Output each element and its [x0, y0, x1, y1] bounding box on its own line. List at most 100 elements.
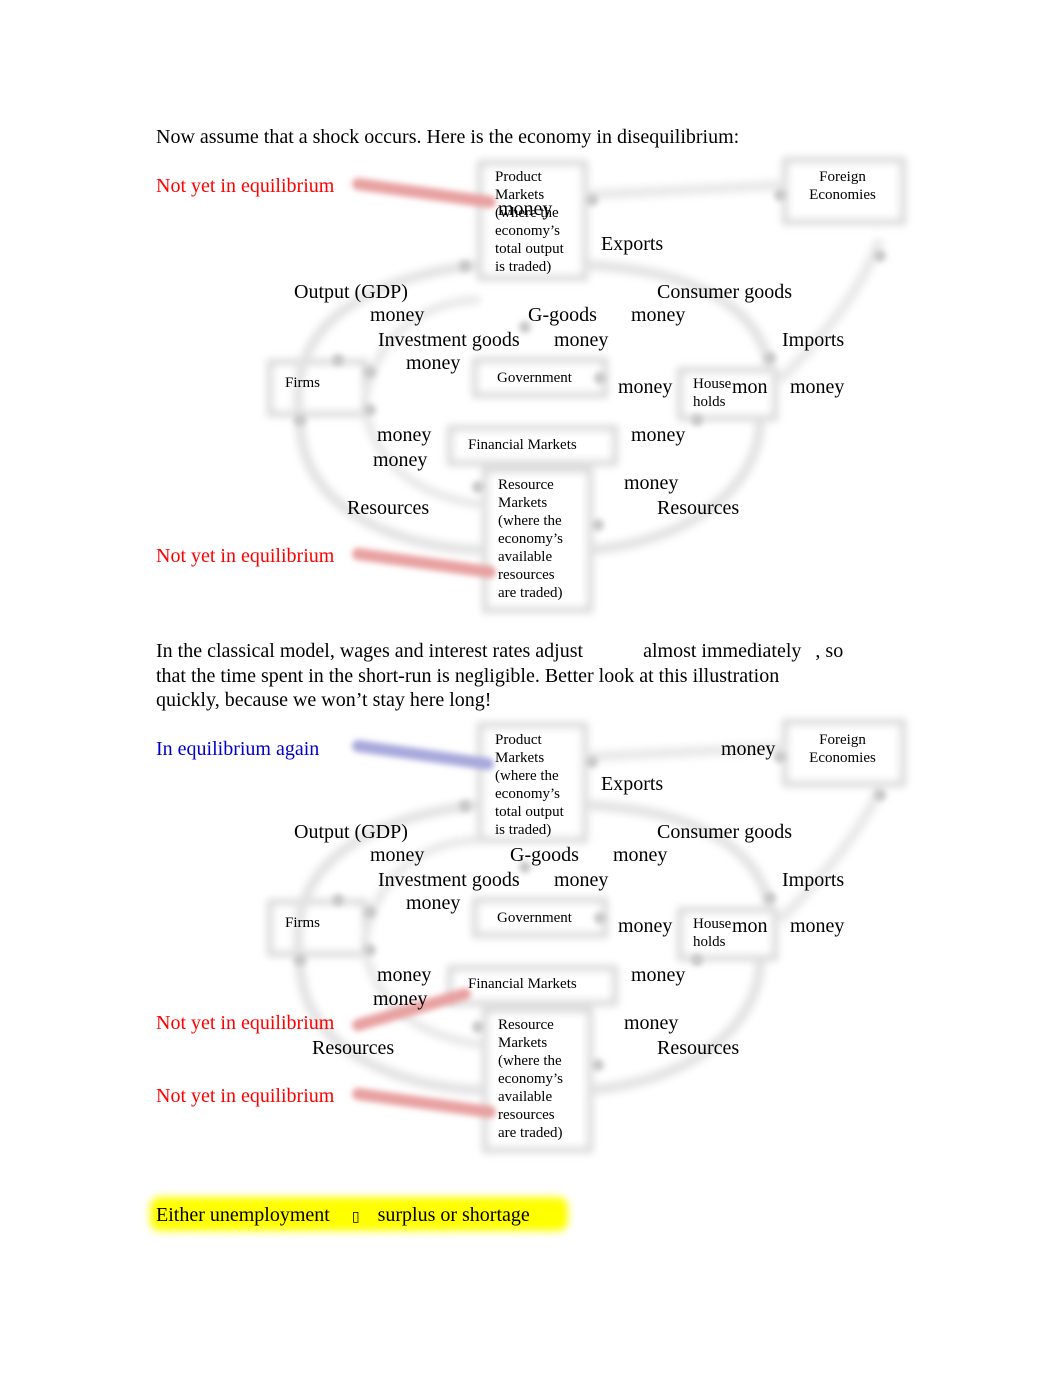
box-line: total output [495, 241, 564, 257]
label-money: money [624, 1012, 679, 1034]
box-line: total output [495, 804, 564, 820]
label-money: money [554, 329, 609, 351]
foreign-economies-box: Foreign Economies [800, 731, 885, 767]
foreign-economies-box: Foreign Economies [800, 168, 885, 204]
paragraph-line: that the time spent in the short-run is … [156, 664, 780, 687]
export-flow [584, 180, 786, 200]
label-money: money [406, 352, 461, 374]
conclusion-text: Either unemployment [156, 1204, 330, 1226]
box-line: Product [495, 732, 542, 748]
box-line: Markets [498, 1035, 548, 1051]
box-line: (where the [498, 513, 562, 529]
label-mon-fragment: mon [732, 915, 768, 937]
label-investment-goods: Investment goods [378, 329, 520, 351]
text-span: In the classical model, wages and intere… [156, 640, 584, 662]
label-money: money [613, 844, 668, 866]
label-money-top: money [498, 198, 553, 220]
label-money: money [790, 376, 845, 398]
document-page: Now assume that a shock occurs. Here is … [0, 0, 1062, 1376]
box-line: Foreign [819, 169, 866, 185]
label-resources-right: Resources [657, 497, 740, 519]
text-span: , so [815, 640, 844, 662]
label-money: money [406, 892, 461, 914]
label-imports: Imports [782, 329, 845, 351]
box-line: Foreign [819, 732, 866, 748]
product-markets-box: Product Markets (where the economy’s tot… [495, 168, 585, 276]
label-money: money [373, 988, 428, 1010]
label-money: money [631, 304, 686, 326]
resource-markets-box: Resource Markets (where the economy’s av… [498, 1016, 588, 1142]
resource-markets-box: Resource Markets (where the economy’s av… [498, 476, 588, 602]
label-money: money [554, 869, 609, 891]
box-line: Resource [498, 1017, 554, 1033]
label-money: money [624, 472, 679, 494]
conclusion-text: surplus or shortage [377, 1204, 530, 1226]
callout-arrow-resource-markets [352, 1088, 496, 1118]
box-line: economy’s [495, 786, 560, 802]
firms-box: Firms [285, 375, 321, 391]
callout-arrow-product-markets [352, 178, 496, 208]
label-money: money [370, 304, 425, 326]
box-line: available [498, 1089, 553, 1105]
callout-not-in-equilibrium-resource: Not yet in equilibrium [156, 1085, 335, 1107]
label-money: money [618, 915, 673, 937]
financial-markets-box: Financial Markets [468, 976, 577, 992]
label-exports: Exports [601, 773, 664, 795]
box-line: Product [495, 169, 542, 185]
box-line: Markets [498, 495, 548, 511]
label-money: money [377, 964, 432, 986]
firms-box: Firms [285, 915, 321, 931]
product-markets-box: Product Markets (where the economy’s tot… [495, 731, 585, 839]
box-line: available [498, 549, 553, 565]
box-line: Economies [809, 187, 876, 203]
label-exports: Exports [601, 233, 664, 255]
label-imports: Imports [782, 869, 845, 891]
box-line: Economies [809, 750, 876, 766]
label-resources-left: Resources [312, 1037, 395, 1059]
label-g-goods: G-goods [528, 304, 597, 326]
label-money: money [631, 424, 686, 446]
box-line: economy’s [498, 531, 563, 547]
label-money: money [618, 376, 673, 398]
box-line: (where the [498, 1053, 562, 1069]
import-flow [776, 238, 885, 384]
box-line: economy’s [495, 223, 560, 239]
label-money: money [631, 964, 686, 986]
box-line: is traded) [495, 259, 552, 275]
label-resources-left: Resources [347, 497, 430, 519]
callout-not-in-equilibrium-financial: Not yet in equilibrium [156, 1012, 335, 1034]
box-line: are traded) [498, 1125, 563, 1141]
intro-paragraph: Now assume that a shock occurs. Here is … [156, 126, 740, 148]
label-money: money [373, 449, 428, 471]
label-g-goods: G-goods [510, 844, 579, 866]
callout-not-in-equilibrium-resource: Not yet in equilibrium [156, 545, 335, 567]
label-money: money [370, 844, 425, 866]
box-line: Resource [498, 477, 554, 493]
conclusion-line: Either unemployment ▯ surplus or shortage [156, 1205, 530, 1225]
label-investment-goods: Investment goods [378, 869, 520, 891]
box-line: (where the [495, 768, 559, 784]
text-span-emphasis: almost immediately [643, 640, 802, 662]
label-resources-right: Resources [657, 1037, 740, 1059]
label-output-gdp: Output (GDP) [294, 281, 408, 303]
paragraph-line: In the classical model, wages and intere… [156, 639, 896, 664]
box-line: economy’s [498, 1071, 563, 1087]
box-line: resources [498, 1107, 555, 1123]
government-box: Government [497, 910, 572, 926]
label-money: money [790, 915, 845, 937]
government-box: Government [497, 370, 572, 386]
box-line: resources [498, 567, 555, 583]
box-line: is traded) [495, 822, 552, 838]
label-output-gdp: Output (GDP) [294, 821, 408, 843]
label-money-top: money [721, 738, 776, 760]
callout-in-equilibrium-again: In equilibrium again [156, 738, 320, 760]
label-consumer-goods: Consumer goods [657, 281, 792, 303]
right-arrow-icon: ▯ [351, 1210, 360, 1225]
box-line: Markets [495, 750, 545, 766]
label-money: money [377, 424, 432, 446]
label-mon-fragment: mon [732, 376, 768, 398]
paragraph-line: quickly, because we won’t stay here long… [156, 689, 492, 711]
callout-not-in-equilibrium-product: Not yet in equilibrium [156, 175, 335, 197]
financial-markets-box: Financial Markets [468, 437, 577, 453]
box-line: are traded) [498, 585, 563, 601]
